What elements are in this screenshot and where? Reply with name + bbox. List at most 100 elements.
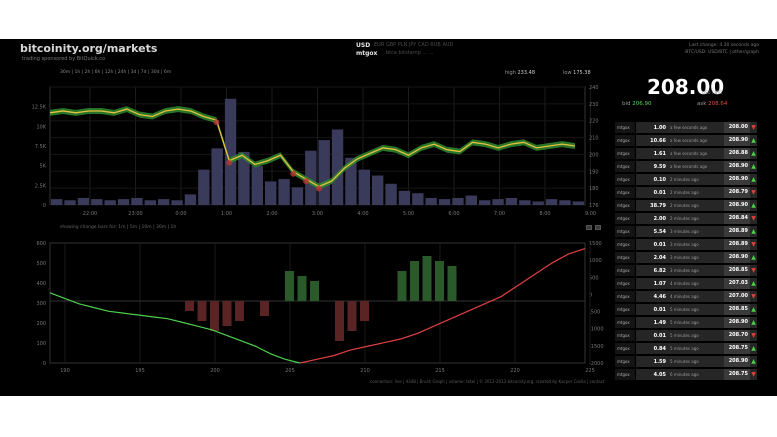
change-bar-up — [397, 271, 407, 301]
trade-time: 5 minutes ago — [670, 307, 699, 312]
depth-x-tick: 210 — [360, 368, 370, 374]
trade-exchange: mtgox — [615, 174, 635, 185]
footer-text[interactable]: connection: live | 4348 | Brush Graph | … — [370, 379, 605, 384]
last-change-links[interactable]: BTC/USD: USD/BTC | other/graph — [685, 49, 759, 56]
volume-bar — [144, 200, 156, 205]
trade-row: mtgox 2.04 3 minutes ago 208.90 ▲ — [615, 252, 757, 263]
trade-price: 208.84 — [724, 213, 750, 224]
trade-time: 4 minutes ago — [670, 294, 699, 299]
price-dip-marker — [290, 170, 297, 177]
trade-price: 207.00 — [724, 291, 750, 302]
time-range-selector[interactable]: 30m | 1h | 2h | 6h | 12h | 24h | 3d | 7d… — [60, 70, 171, 75]
bid-label: bid — [622, 101, 631, 107]
currency-selected[interactable]: USD — [356, 42, 370, 49]
trade-amount: 1.07 — [653, 280, 666, 287]
arrow-down-icon: ▼ — [751, 241, 756, 248]
trade-exchange: mtgox — [615, 265, 635, 276]
arrow-up-icon: ▲ — [751, 254, 756, 261]
volume-bar — [265, 181, 277, 205]
trade-time: a few seconds ago — [670, 151, 708, 156]
depth-x-tick: 205 — [285, 368, 295, 374]
trade-time: 5 minutes ago — [670, 333, 699, 338]
trade-amount: 9.59 — [653, 163, 666, 170]
ask-label: ask — [697, 101, 707, 107]
volume-bar — [412, 193, 424, 205]
y-tick-label-right: 176 — [589, 203, 599, 209]
trade-price: 208.85 — [724, 304, 750, 315]
trade-body: 0.84 5 minutes ago 208.75 ▲ — [636, 343, 757, 354]
depth-x-tick: 195 — [135, 368, 145, 374]
depth-y-tick-left: 300 — [36, 301, 46, 307]
volume-bar — [51, 199, 63, 205]
exchange-selected[interactable]: mtgox — [356, 50, 377, 57]
x-tick-label: 2:00 — [266, 211, 277, 217]
volume-bar — [452, 197, 464, 205]
brand-title[interactable]: bitcoinity.org/markets — [20, 42, 157, 55]
trade-exchange: mtgox — [615, 343, 635, 354]
trade-amount: 0.01 — [653, 306, 666, 313]
trade-exchange: mtgox — [615, 200, 635, 211]
trade-body: 1.49 5 minutes ago 208.90 ▲ — [636, 317, 757, 328]
x-tick-label: 8:00 — [539, 211, 550, 217]
x-tick-label: 0:00 — [175, 211, 186, 217]
trade-row: mtgox 4.05 6 minutes ago 208.75 ▼ — [615, 369, 757, 380]
volume-bar — [158, 199, 170, 205]
volume-bar — [372, 175, 384, 205]
change-bar-up — [435, 261, 444, 301]
sponsor-text[interactable]: trading sponsored by BitQuick.co — [22, 56, 105, 62]
depth-chart[interactable]: 0100200300400500600-2000-1500-1000-50005… — [0, 235, 610, 377]
depth-y-tick-left: 0 — [43, 361, 46, 367]
trade-time: 2 minutes ago — [670, 177, 699, 182]
exchange-options[interactable]: btce bitstamp ... ... — [386, 50, 433, 56]
currency-options[interactable]: EUR GBP PLN JPY CAD RUB AUD — [374, 42, 453, 48]
volume-bar — [77, 197, 90, 205]
trade-exchange: mtgox — [615, 369, 635, 380]
trade-exchange: mtgox — [615, 317, 635, 328]
trade-row: mtgox 0.01 5 minutes ago 208.85 ▲ — [615, 304, 757, 315]
change-bar-down — [360, 301, 369, 321]
depth-x-tick: 200 — [210, 368, 220, 374]
trade-row: mtgox 1.59 5 minutes ago 208.90 ▲ — [615, 356, 757, 367]
trade-time: 2 minutes ago — [670, 216, 699, 221]
change-bar-up — [297, 276, 307, 301]
trade-amount: 2.04 — [653, 254, 666, 261]
trade-amount: 6.82 — [653, 267, 666, 274]
x-tick-label: 6:00 — [448, 211, 459, 217]
price-dip-marker — [303, 178, 310, 185]
y-tick-label-left: 7.5K — [35, 144, 47, 150]
volume-bar — [184, 194, 197, 205]
price-dip-marker — [226, 159, 233, 166]
price-dip-marker — [213, 119, 220, 126]
chart-next-button[interactable] — [595, 225, 601, 230]
chart-prev-button[interactable] — [586, 225, 592, 230]
trade-row: mtgox 6.82 3 minutes ago 208.85 ▼ — [615, 265, 757, 276]
trade-body: 0.01 3 minutes ago 208.89 ▼ — [636, 239, 757, 250]
trade-body: 38.79 2 minutes ago 208.90 ▲ — [636, 200, 757, 211]
trade-amount: 0.84 — [653, 345, 666, 352]
volume-bar — [425, 197, 437, 205]
bid-readout: bid 206.90 — [622, 101, 652, 107]
current-price: 208.00 — [647, 75, 725, 99]
x-tick-label: 22:00 — [83, 211, 97, 217]
trade-row: mtgox 1.61 a few seconds ago 208.88 ▲ — [615, 148, 757, 159]
depth-y-tick-left: 500 — [36, 261, 46, 267]
trade-body: 0.01 5 minutes ago 208.70 ▼ — [636, 330, 757, 341]
arrow-down-icon: ▼ — [751, 124, 756, 131]
change-bars-toggle[interactable]: showing change bars for: 1m | 5m | 10m |… — [60, 225, 176, 230]
trade-amount: 0.01 — [653, 189, 666, 196]
depth-y-tick-right: -1000 — [589, 327, 604, 333]
trade-row: mtgox 10.66 a few seconds ago 208.90 ▲ — [615, 135, 757, 146]
depth-y-tick-left: 100 — [36, 341, 46, 347]
volume-bar — [331, 129, 344, 205]
trade-amount: 0.01 — [653, 332, 666, 339]
price-chart[interactable]: 22:00 23:00 0:00 1:00 2:00 3:00 4:00 5:00 6:00 7:… — [0, 77, 610, 225]
arrow-up-icon: ▲ — [751, 137, 756, 144]
arrow-up-icon: ▲ — [751, 306, 756, 313]
trade-exchange: mtgox — [615, 291, 635, 302]
trade-exchange: mtgox — [615, 278, 635, 289]
bid-value: 206.90 — [632, 101, 652, 107]
arrow-down-icon: ▼ — [751, 371, 756, 378]
arrow-down-icon: ▼ — [751, 332, 756, 339]
arrow-up-icon: ▲ — [751, 163, 756, 170]
volume-bar — [545, 199, 558, 205]
